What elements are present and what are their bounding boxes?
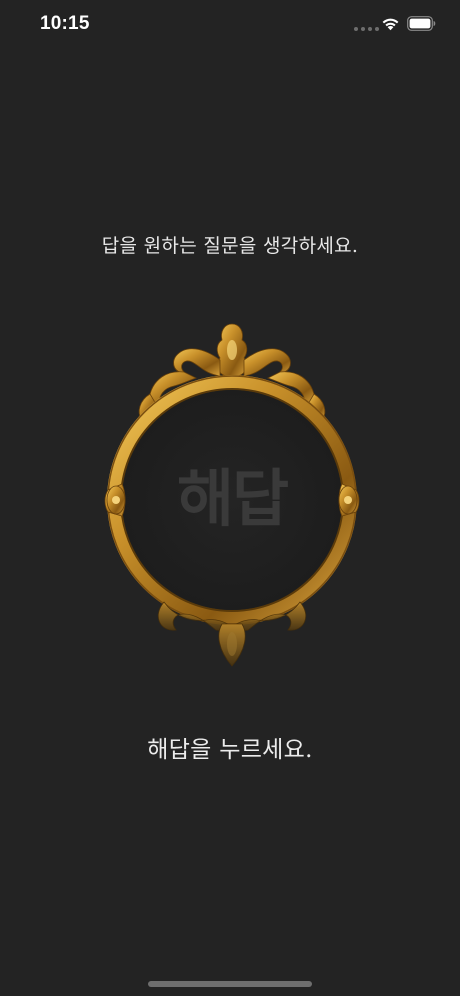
battery-icon [407, 16, 436, 31]
status-bar: 10:15 [0, 0, 460, 52]
home-indicator[interactable] [148, 981, 312, 987]
wifi-icon [382, 18, 399, 31]
status-time: 10:15 [40, 13, 90, 34]
press-instruction: 해답을 누르세요. [147, 737, 313, 763]
cellular-signal-icon [354, 27, 379, 31]
screen: 10:15 답을 원하는 질문을 생각하세요. 해답 해답을 누르세요. [0, 0, 460, 996]
question-prompt: 답을 원하는 질문을 생각하세요. [101, 235, 359, 257]
answer-mirror-button[interactable] [104, 320, 360, 672]
ornate-mirror-frame-icon [104, 323, 360, 667]
